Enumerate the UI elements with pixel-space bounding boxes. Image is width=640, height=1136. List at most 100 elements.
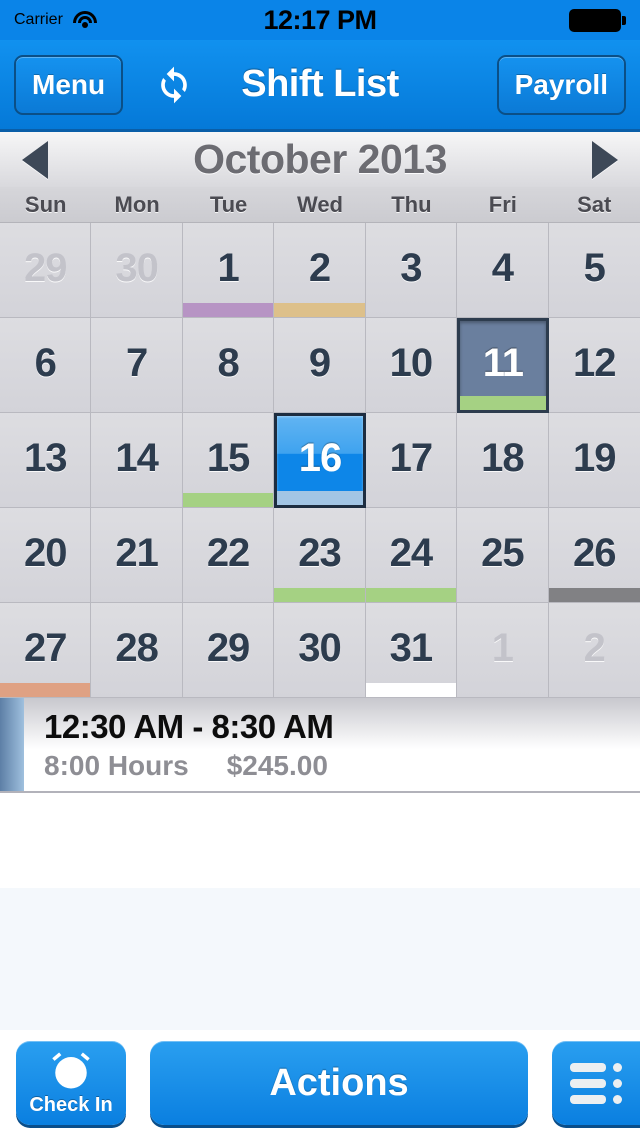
calendar-day-cell[interactable]: 7 [91, 318, 183, 413]
day-number: 30 [298, 625, 341, 670]
day-number: 22 [206, 530, 250, 575]
actions-button[interactable]: Actions [150, 1041, 528, 1125]
day-number: 28 [115, 625, 158, 670]
day-number: 1 [491, 625, 514, 670]
calendar-day-cell[interactable]: 9 [274, 318, 366, 413]
weekday-label-mon: Mon [114, 192, 160, 217]
day-number: 2 [583, 625, 606, 670]
calendar-day-cell[interactable]: 29 [182, 603, 275, 698]
day-number: 8 [217, 340, 239, 385]
calendar-day-cell[interactable]: 3 [365, 223, 458, 318]
lower-panel [0, 888, 640, 1040]
day-number: 13 [23, 435, 67, 480]
day-event-bar [460, 396, 546, 410]
day-number: 29 [206, 625, 250, 670]
calendar-day-cell[interactable]: 21 [91, 508, 183, 603]
weekday-header-row: Sun Mon Tue Wed Thu Fri Sat [0, 187, 640, 223]
day-number: 6 [34, 340, 57, 385]
calendar-day-cell[interactable]: 20 [0, 508, 92, 603]
calendar-day-cell[interactable]: 13 [0, 413, 92, 508]
calendar-day-cell[interactable]: 5 [548, 223, 640, 318]
list-menu-button[interactable] [552, 1041, 640, 1125]
day-event-bar [365, 683, 457, 697]
day-event-bar [182, 493, 274, 507]
day-number: 16 [298, 436, 342, 480]
shift-hours: 8:00 Hours [44, 749, 189, 781]
calendar-day-cell[interactable]: 23 [274, 508, 366, 603]
shift-row[interactable]: 12:30 AM - 8:30 AM 8:00 Hours $245.00 [0, 698, 640, 793]
day-number: 3 [400, 245, 422, 290]
calendar-day-cell[interactable]: 28 [91, 603, 183, 698]
actions-label: Actions [269, 1061, 409, 1104]
day-number: 14 [115, 435, 158, 480]
check-in-label: Check In [29, 1093, 113, 1116]
shift-meta: 8:00 Hours $245.00 [44, 750, 640, 782]
day-event-bar [274, 303, 365, 317]
calendar-day-cell[interactable]: 15 [182, 413, 275, 508]
shift-body: 12:30 AM - 8:30 AM 8:00 Hours $245.00 [44, 698, 640, 791]
calendar-day-cell[interactable]: 2 [548, 603, 640, 698]
calendar-day-cell[interactable]: 10 [365, 318, 458, 413]
calendar-day-cell[interactable]: 22 [182, 508, 275, 603]
triangle-left-icon[interactable] [22, 140, 48, 179]
calendar-day-cell[interactable]: 29 [0, 223, 92, 318]
payroll-button[interactable]: Payroll [496, 54, 626, 115]
calendar-day-cell[interactable]: 31 [365, 603, 458, 698]
day-number: 23 [298, 530, 341, 575]
day-number: 30 [115, 245, 158, 290]
calendar-day-cell[interactable]: 4 [457, 223, 549, 318]
weekday-label-thu: Thu [391, 192, 432, 217]
day-event-bar [182, 303, 274, 317]
calendar-day-cell[interactable]: 26 [548, 508, 640, 603]
day-number: 21 [115, 530, 158, 575]
calendar-day-cell[interactable]: 17 [365, 413, 458, 508]
check-in-button[interactable]: Check In [16, 1041, 126, 1125]
day-number: 20 [23, 530, 67, 575]
day-number: 29 [23, 245, 67, 290]
shift-accent-bar [0, 698, 24, 791]
calendar-day-cell[interactable]: 25 [457, 508, 549, 603]
list-menu-icon [570, 1062, 622, 1104]
alarm-clock-icon [52, 1051, 90, 1088]
calendar-day-cell[interactable]: 1 [182, 223, 275, 318]
day-number: 26 [573, 530, 616, 575]
day-number: 27 [23, 625, 67, 670]
calendar-day-cell[interactable]: 30 [91, 223, 183, 318]
navigation-bar: Menu Shift List Payroll [0, 40, 640, 132]
calendar-day-cell[interactable]: 12 [548, 318, 640, 413]
day-number: 11 [482, 341, 524, 385]
weekday-label-wed: Wed [296, 192, 343, 217]
calendar-day-cell[interactable]: 30 [274, 603, 366, 698]
calendar-day-cell[interactable]: 2 [274, 223, 366, 318]
calendar-day-cell[interactable]: 16 [274, 413, 366, 508]
day-number: 18 [481, 435, 524, 480]
shift-gap [24, 698, 44, 791]
calendar-day-cell[interactable]: 19 [548, 413, 640, 508]
triangle-right-icon[interactable] [592, 140, 618, 179]
calendar-day-cell[interactable]: 1 [457, 603, 549, 698]
day-number: 19 [573, 435, 616, 480]
day-number: 15 [206, 435, 250, 480]
menu-button[interactable]: Menu [14, 54, 124, 115]
refresh-sync-icon[interactable] [152, 63, 196, 107]
calendar-day-cell[interactable]: 27 [0, 603, 92, 698]
weekday-label-sat: Sat [577, 192, 612, 217]
calendar-day-cell[interactable]: 14 [91, 413, 183, 508]
calendar-day-cell[interactable]: 8 [182, 318, 275, 413]
calendar-day-cell[interactable]: 6 [0, 318, 92, 413]
day-number: 25 [481, 530, 524, 575]
status-time: 12:17 PM [263, 4, 377, 35]
month-title: October 2013 [193, 136, 447, 182]
calendar-day-cell[interactable]: 11 [457, 318, 549, 413]
day-number: 9 [308, 340, 331, 385]
day-number: 2 [308, 245, 331, 290]
day-number: 24 [389, 530, 433, 575]
calendar-day-cell[interactable]: 24 [365, 508, 458, 603]
bottom-toolbar: Check In Actions [0, 1030, 640, 1136]
day-number: 31 [389, 625, 433, 670]
status-bar: Carrier 12:17 PM [0, 0, 640, 40]
shift-amount: $245.00 [226, 749, 328, 781]
calendar-day-cell[interactable]: 18 [457, 413, 549, 508]
shift-list: 12:30 AM - 8:30 AM 8:00 Hours $245.00 [0, 698, 640, 793]
day-number: 10 [389, 340, 433, 385]
